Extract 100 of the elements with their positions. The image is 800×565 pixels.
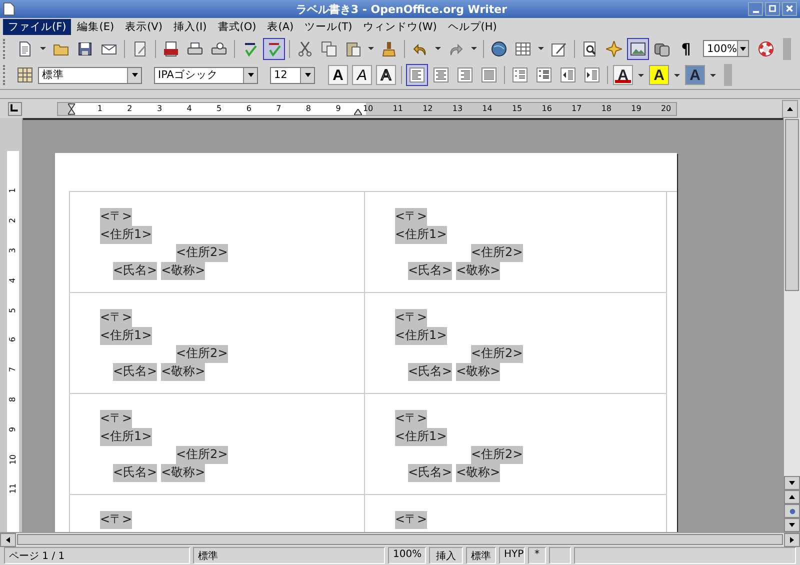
name-field: <氏名> (408, 464, 452, 482)
combo-box[interactable]: 標準 (38, 66, 142, 84)
postal-field: <〒> (395, 511, 428, 529)
dropdown-arrow-icon[interactable] (40, 47, 46, 50)
address-field: <住所2> (471, 446, 523, 464)
name-field: <氏名> (113, 363, 158, 381)
honorific-field: <敬称> (161, 363, 206, 381)
combo-box[interactable]: 12 (270, 66, 315, 84)
postal-field: <〒> (100, 410, 132, 428)
status-field: * (528, 547, 546, 564)
menu-item[interactable]: 表示(V) (120, 18, 168, 34)
ruler-number: 3 (8, 248, 18, 254)
formatting-marks-button[interactable]: ¶ (675, 38, 697, 60)
vertical-scrollbar[interactable] (783, 118, 800, 532)
picture-icon[interactable] (627, 38, 649, 60)
ruler-number: 11 (392, 104, 403, 112)
ruler-number: 15 (512, 104, 522, 112)
menu-item[interactable]: 編集(E) (72, 18, 120, 34)
bold-button[interactable]: A (328, 65, 348, 85)
ruler-number: 17 (572, 104, 582, 112)
scroll-left-button[interactable] (0, 533, 16, 547)
ruler-number: 4 (8, 278, 18, 283)
ruler-number: 4 (186, 104, 192, 112)
menu-item[interactable]: ヘルプ(H) (442, 18, 502, 34)
document-icon (3, 2, 15, 16)
previous-page-button[interactable] (784, 490, 800, 504)
left-tab-icon (9, 102, 19, 112)
ruler-number: 1 (97, 104, 102, 112)
toolbar-overflow-handle[interactable] (724, 64, 732, 86)
tab-stop-selector[interactable] (8, 102, 22, 116)
indent-marker-icon[interactable] (68, 102, 75, 114)
autospellcheck-icon[interactable] (263, 38, 285, 60)
outline-button[interactable]: A (376, 65, 396, 85)
maximize-button[interactable] (765, 2, 780, 16)
ruler-number: 2 (127, 104, 132, 112)
ruler-number: 13 (452, 104, 463, 112)
status-field: HYP (499, 547, 525, 564)
toolbar-grip[interactable] (3, 65, 8, 85)
dropdown-arrow-icon[interactable] (538, 47, 544, 50)
ruler-number: 6 (246, 104, 252, 112)
ruler-number: 11 (8, 484, 18, 494)
zoom-field[interactable]: 100% (703, 40, 749, 57)
scroll-down-button[interactable] (784, 476, 800, 490)
address-field: <住所2> (176, 345, 228, 363)
menu-item[interactable]: 挿入(I) (168, 18, 212, 34)
ruler-number: 19 (631, 104, 642, 112)
next-page-button[interactable] (784, 518, 800, 532)
dropdown-arrow-icon[interactable] (471, 47, 477, 50)
minimize-button[interactable] (748, 2, 763, 16)
combo-box[interactable]: IPAゴシック (154, 66, 258, 84)
address-field: <住所1> (395, 226, 447, 244)
right-indent-marker-icon[interactable] (354, 108, 362, 114)
honorific-field: <敬称> (456, 262, 500, 280)
address-field: <住所2> (176, 244, 228, 262)
dropdown-arrow-icon[interactable] (435, 47, 441, 50)
close-button[interactable] (782, 2, 797, 16)
background-button[interactable]: A (685, 65, 705, 85)
menu-item[interactable]: ファイル(F) (3, 18, 72, 34)
navigation-button[interactable] (784, 504, 800, 518)
minimize-icon (752, 11, 758, 13)
honorific-field: <敬称> (456, 363, 500, 381)
dropdown-arrow-icon[interactable] (638, 74, 644, 76)
postal-field: <〒> (100, 511, 132, 529)
postal-field: <〒> (100, 309, 132, 327)
ruler-number: 14 (482, 104, 492, 112)
address-field: <住所1> (100, 327, 152, 345)
align-left-icon[interactable] (406, 64, 428, 86)
name-field: <氏名> (113, 464, 158, 482)
status-field: 挿入 (429, 547, 463, 564)
window-title: ラベル書き3 - OpenOffice.org Writer (294, 2, 508, 16)
highlight-button[interactable]: A (649, 65, 669, 85)
address-field: <住所1> (395, 428, 447, 446)
status-field: ページ 1 / 1 (4, 547, 190, 564)
menu-item[interactable]: 表(A) (262, 18, 299, 34)
ruler-number: 2 (8, 218, 18, 224)
name-field: <氏名> (113, 262, 158, 280)
dropdown-arrow-icon[interactable] (368, 47, 374, 50)
italic-button[interactable]: A (352, 65, 372, 85)
status-field (549, 547, 571, 564)
menu-item[interactable]: ウィンドウ(W) (358, 18, 442, 34)
menu-item[interactable]: ツール(T) (300, 18, 358, 34)
toolbar-grip[interactable] (3, 38, 8, 58)
scroll-right-button[interactable] (784, 533, 800, 547)
scrollbar-thumb[interactable] (17, 534, 783, 545)
horizontal-scrollbar[interactable] (0, 532, 800, 546)
dropdown-arrow-icon[interactable] (674, 74, 680, 76)
ruler-number: 10 (8, 454, 18, 464)
dropdown-arrow-icon[interactable] (710, 74, 716, 76)
address-field: <住所1> (100, 226, 152, 244)
ruler-number: 16 (542, 104, 552, 112)
address-field: <住所2> (471, 345, 523, 363)
address-field: <住所1> (100, 428, 152, 446)
toolbar-overflow-handle[interactable] (783, 38, 791, 60)
honorific-field: <敬称> (161, 464, 206, 482)
ruler-number: 3 (156, 104, 162, 112)
address-field: <住所1> (395, 327, 447, 345)
scrollbar-thumb[interactable] (785, 119, 799, 291)
menu-item[interactable]: 書式(O) (212, 18, 262, 34)
ruler-number: 20 (660, 104, 672, 112)
ruler-number: 7 (8, 367, 18, 372)
